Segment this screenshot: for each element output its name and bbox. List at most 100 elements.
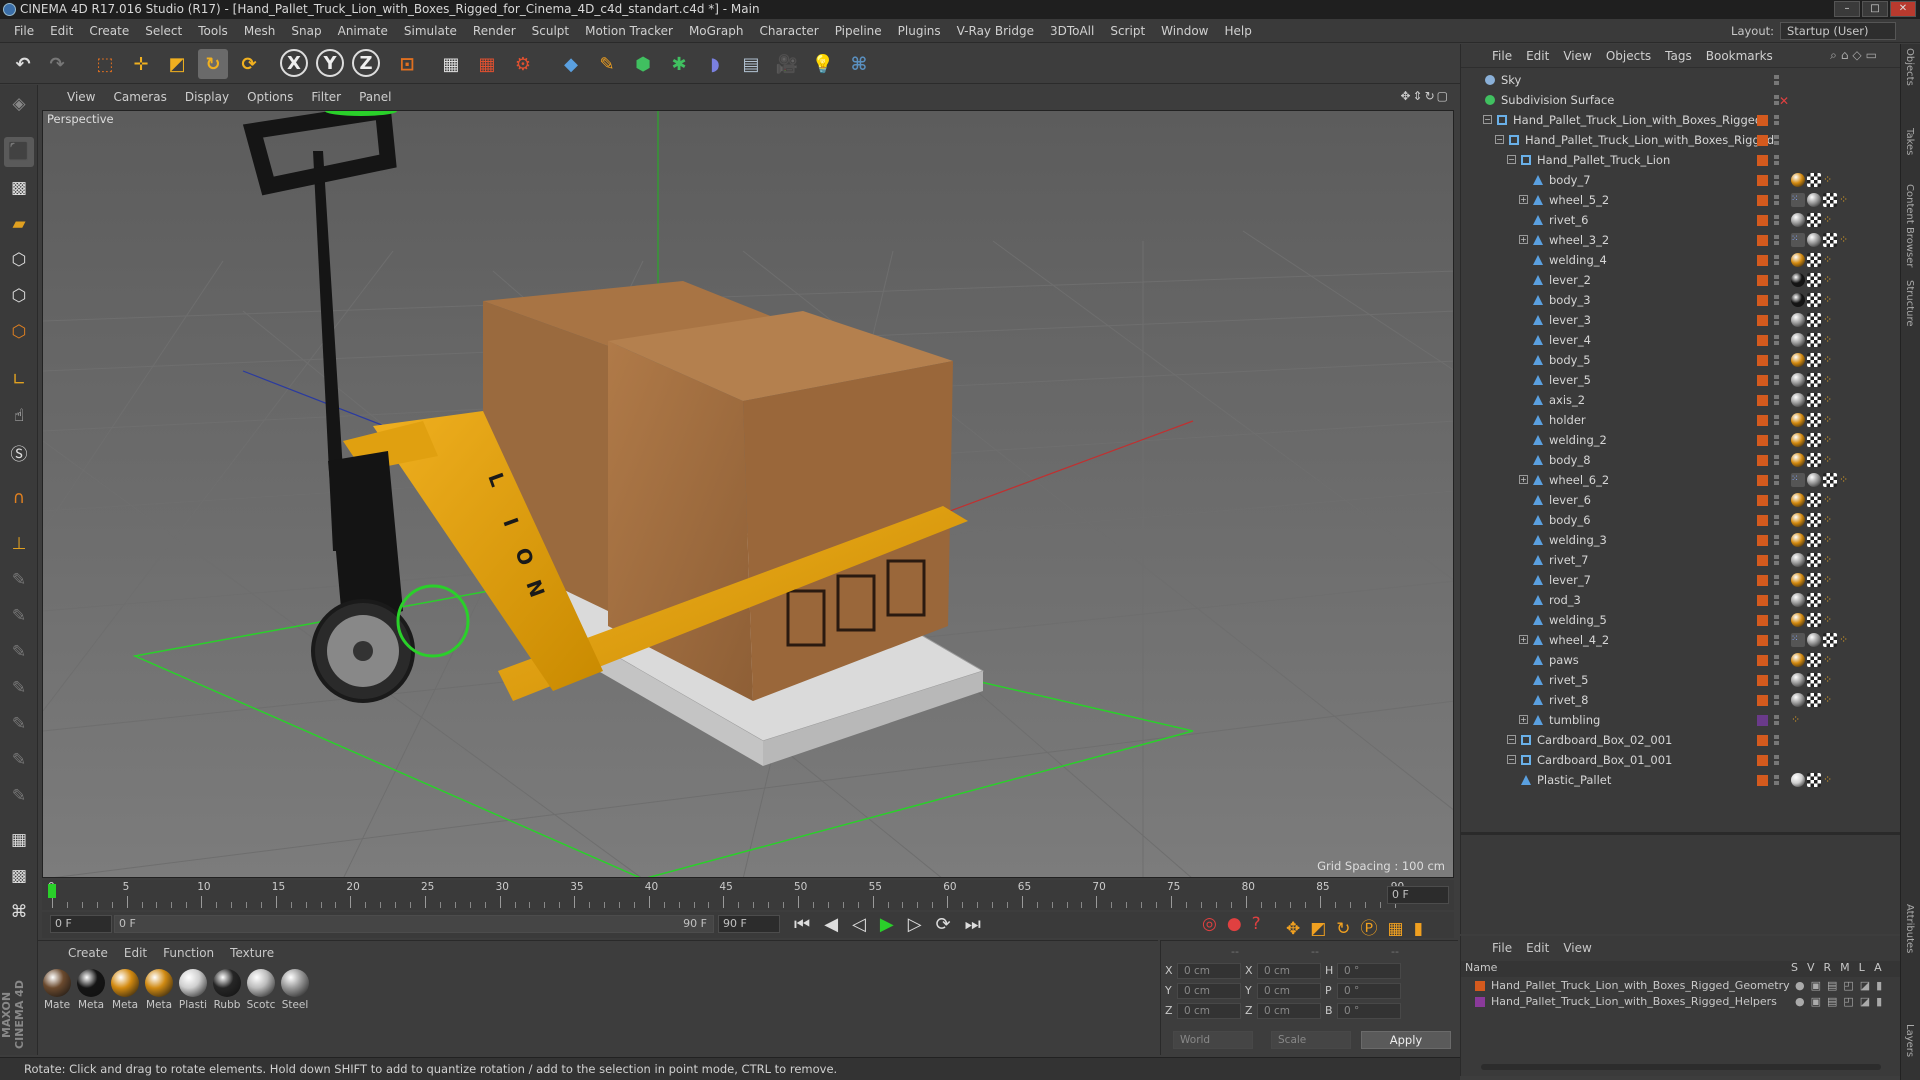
expand-toggle-icon[interactable]: − (1507, 735, 1516, 744)
layer-color-swatch[interactable] (1757, 415, 1768, 426)
texture-tag-icon[interactable] (1807, 253, 1821, 267)
texture-tag-icon[interactable] (1807, 393, 1821, 407)
visibility-toggle[interactable] (1774, 475, 1779, 485)
layer-menu-view[interactable]: View (1556, 941, 1598, 955)
phong-tag-icon[interactable]: ⁘ (1823, 373, 1837, 387)
texture-tag-icon[interactable] (1823, 633, 1837, 647)
playback-controls[interactable]: ⏮◀◁▶▷⟳⏭ (794, 914, 995, 935)
right-tab-content-browser[interactable]: Content Browser (1904, 184, 1915, 267)
visibility-toggle[interactable] (1774, 335, 1779, 345)
layer-color[interactable] (1475, 997, 1485, 1007)
visibility-toggle[interactable] (1774, 215, 1779, 225)
material-tag-icon[interactable] (1791, 413, 1805, 427)
layer-color-swatch[interactable] (1757, 355, 1768, 366)
menu-mograph[interactable]: MoGraph (681, 19, 752, 43)
object-menu-file[interactable]: File (1485, 49, 1519, 63)
layer-color-swatch[interactable] (1757, 655, 1768, 666)
phong-tag-icon[interactable]: ⁘ (1823, 433, 1837, 447)
texture-tag-icon[interactable] (1807, 613, 1821, 627)
phong-tag-icon[interactable]: ⁘ (1823, 353, 1837, 367)
camera-icon[interactable]: 🎥 (772, 49, 802, 79)
visibility-toggle[interactable] (1774, 695, 1779, 705)
object-row[interactable]: rivet_5 ⁘ (1461, 670, 1901, 690)
texture-tag-icon[interactable] (1807, 513, 1821, 527)
viewport-menu-view[interactable]: View (58, 90, 104, 104)
layer-color-swatch[interactable] (1757, 195, 1768, 206)
visibility-toggle[interactable] (1774, 175, 1779, 185)
layer-color-swatch[interactable] (1757, 775, 1768, 786)
phong-tag-icon[interactable]: ⁘ (1823, 333, 1837, 347)
playhead[interactable] (48, 884, 56, 898)
phong-tag-icon[interactable]: ⁘ (1839, 633, 1853, 647)
object-row[interactable]: + wheel_4_2 ⁙ ⁘ (1461, 630, 1901, 650)
object-row[interactable]: Subdivision Surface ✕ (1461, 90, 1901, 110)
material-tag-icon[interactable] (1791, 533, 1805, 547)
material-tag-icon[interactable] (1791, 653, 1805, 667)
texture-tag-icon[interactable] (1807, 453, 1821, 467)
phong-tag-icon[interactable]: ⁘ (1823, 653, 1837, 667)
visibility-toggle[interactable] (1774, 495, 1779, 505)
menu-mesh[interactable]: Mesh (236, 19, 284, 43)
layer-color-swatch[interactable] (1757, 215, 1768, 226)
viewport-menu-filter[interactable]: Filter (302, 90, 350, 104)
visibility-toggle[interactable] (1774, 515, 1779, 525)
right-tab-objects[interactable]: Objects (1904, 48, 1915, 86)
expand-toggle-icon[interactable]: + (1519, 715, 1528, 724)
phong-tag-icon[interactable]: ⁘ (1823, 533, 1837, 547)
phong-tag-icon[interactable]: ⁘ (1823, 453, 1837, 467)
layer-flag-icons[interactable]: ●▣▤◰◪▮ (1795, 994, 1888, 1010)
layer-color-swatch[interactable] (1757, 375, 1768, 386)
coords-value-field[interactable]: 0 cm (1177, 1003, 1241, 1019)
object-row[interactable]: + wheel_5_2 ⁙ ⁘ (1461, 190, 1901, 210)
layer-color-swatch[interactable] (1757, 175, 1768, 186)
visibility-toggle[interactable] (1774, 135, 1779, 145)
phong-tag-icon[interactable]: ⁘ (1823, 573, 1837, 587)
snap-icon[interactable]: Ⓢ (4, 437, 34, 467)
material-swatch[interactable]: Mate (42, 969, 72, 1011)
material-swatch[interactable]: Meta (76, 969, 106, 1011)
object-row[interactable]: − Hand_Pallet_Truck_Lion_with_Boxes_Rigge… (1461, 130, 1901, 150)
minimize-button[interactable]: – (1834, 1, 1860, 17)
object-row[interactable]: Plastic_Pallet ⁘ (1461, 770, 1901, 790)
material-swatch[interactable]: Meta (110, 969, 140, 1011)
object-row[interactable]: rod_3 ⁘ (1461, 590, 1901, 610)
object-row[interactable]: welding_5 ⁘ (1461, 610, 1901, 630)
record-controls[interactable]: ◎●? (1202, 914, 1271, 934)
cube-icon[interactable]: ◆ (556, 49, 586, 79)
brush-2-icon[interactable]: ✎ (4, 601, 34, 631)
phong-tag-icon[interactable]: ⁘ (1823, 393, 1837, 407)
move-tool-icon[interactable]: ✛ (126, 49, 156, 79)
brush-3-icon[interactable]: ✎ (4, 637, 34, 667)
workplane-axis-icon[interactable]: ⊥ (4, 529, 34, 559)
texture-tag-icon[interactable] (1807, 413, 1821, 427)
object-row[interactable]: lever_2 ⁘ (1461, 270, 1901, 290)
layer-color-swatch[interactable] (1757, 755, 1768, 766)
axis-mode-icon[interactable]: ∟ (4, 365, 34, 395)
visibility-toggle[interactable] (1774, 595, 1779, 605)
render-view-icon[interactable]: ▦ (436, 49, 466, 79)
layer-color-swatch[interactable] (1757, 155, 1768, 166)
visibility-toggle[interactable] (1774, 675, 1779, 685)
viewport-menu-panel[interactable]: Panel (350, 90, 400, 104)
viewport-menu-cameras[interactable]: Cameras (104, 90, 175, 104)
object-row[interactable]: welding_4 ⁘ (1461, 250, 1901, 270)
material-tag-icon[interactable] (1791, 313, 1805, 327)
object-row[interactable]: rivet_8 ⁘ (1461, 690, 1901, 710)
texture-tag-icon[interactable] (1807, 333, 1821, 347)
layer-color-swatch[interactable] (1757, 275, 1768, 286)
maximize-button[interactable]: □ (1862, 1, 1888, 17)
visibility-toggle[interactable] (1774, 75, 1779, 85)
menu-plugins[interactable]: Plugins (890, 19, 949, 43)
material-tag-icon[interactable] (1791, 273, 1805, 287)
coords-value-field[interactable]: 0 ° (1337, 963, 1401, 979)
python-icon[interactable]: ⌘ (844, 49, 874, 79)
object-row[interactable]: body_8 ⁘ (1461, 450, 1901, 470)
polygons-mode-icon[interactable]: ⬡ (4, 317, 34, 347)
frame-range-slider[interactable]: 0 F 90 F (114, 915, 714, 933)
layer-color-swatch[interactable] (1757, 595, 1768, 606)
texture-tag-icon[interactable] (1807, 773, 1821, 787)
menu-script[interactable]: Script (1102, 19, 1153, 43)
material-tag-icon[interactable] (1791, 553, 1805, 567)
layer-row[interactable]: Hand_Pallet_Truck_Lion_with_Boxes_Rigged… (1461, 994, 1901, 1010)
layer-color-swatch[interactable] (1757, 295, 1768, 306)
